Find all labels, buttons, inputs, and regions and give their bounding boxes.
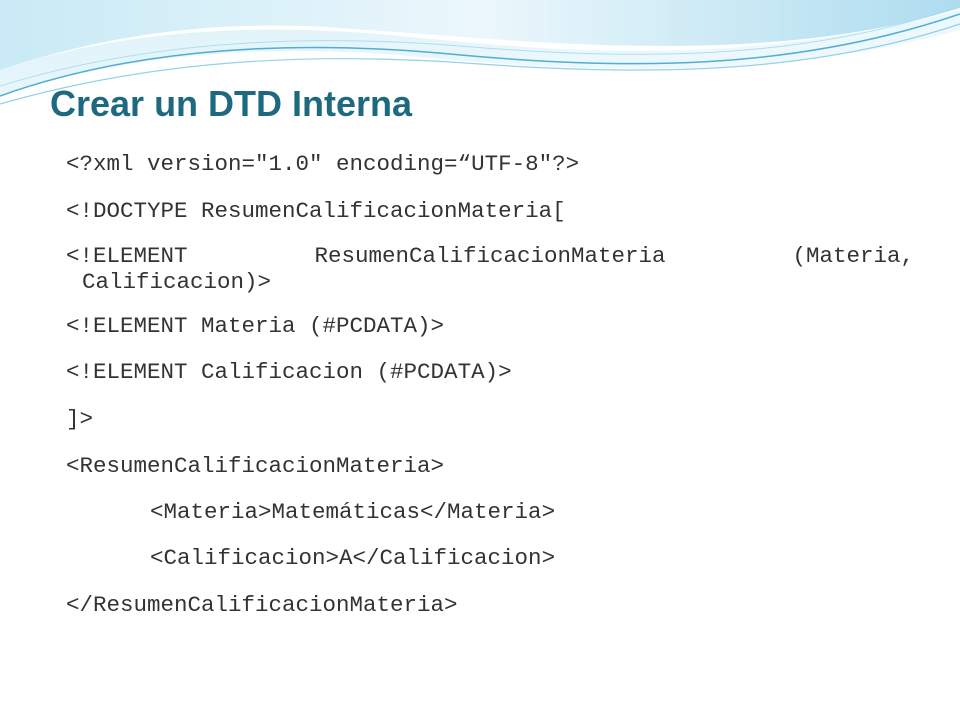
code-line-element-root: <!ELEMENT ResumenCalificacionMateria (Ma…	[66, 242, 914, 270]
code-line-calificacion-element: <Calificacion>A</Calificacion>	[150, 545, 556, 571]
code-line-xml-declaration: <?xml version="1.0" encoding=“UTF-8"?>	[66, 151, 580, 177]
code-line-root-open-tag: <ResumenCalificacionMateria>	[66, 453, 445, 479]
code-line-doctype-close: ]>	[66, 406, 94, 432]
slide-title: Crear un DTD Interna	[50, 83, 413, 124]
code-line-doctype: <!DOCTYPE ResumenCalificacionMateria[	[66, 198, 566, 224]
slide: Crear un DTD Interna <?xml version="1.0"…	[0, 0, 960, 720]
code-token-element-keyword: <!ELEMENT	[66, 243, 188, 269]
code-token-root-name: ResumenCalificacionMateria	[314, 243, 666, 269]
code-token-children-open: (Materia,	[792, 243, 914, 269]
code-line-element-root-continued: Calificacion)>	[82, 269, 272, 295]
code-line-root-close-tag: </ResumenCalificacionMateria>	[66, 592, 458, 618]
code-line-element-materia: <!ELEMENT Materia (#PCDATA)>	[66, 313, 445, 339]
code-line-materia-element: <Materia>Matemáticas</Materia>	[150, 499, 556, 525]
code-line-element-calificacion: <!ELEMENT Calificacion (#PCDATA)>	[66, 359, 512, 385]
